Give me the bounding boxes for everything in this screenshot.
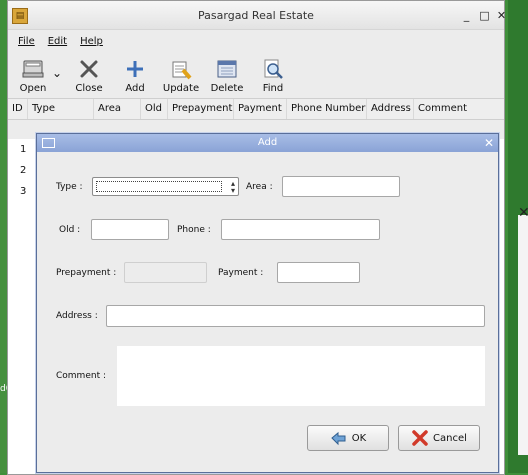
cancel-button[interactable]: Cancel [398, 425, 480, 451]
minimize-button[interactable]: _ [460, 9, 473, 22]
close-label: Close [75, 83, 103, 94]
column-header-type[interactable]: Type [28, 99, 94, 119]
column-header-id[interactable]: ID [8, 99, 28, 119]
area-label: Area : [246, 182, 273, 192]
chevron-down-icon: ⌄ [51, 66, 63, 80]
phone-input[interactable] [221, 219, 380, 240]
column-header-phone-number[interactable]: Phone Number [287, 99, 367, 119]
cancel-label: Cancel [433, 432, 467, 444]
column-header-payment[interactable]: Payment [234, 99, 287, 119]
dialog-title-bar[interactable]: Add ✕ [37, 134, 498, 152]
column-header-comment[interactable]: Comment [414, 99, 474, 119]
column-header-prepayment[interactable]: Prepayment [168, 99, 234, 119]
update-icon [172, 61, 192, 80]
prepayment-input[interactable] [124, 262, 207, 283]
add-dialog: Add ✕ Type : ▴ ▾ Area : Old : Phone : Pre… [36, 133, 499, 473]
cancel-x-icon [412, 430, 428, 446]
type-label: Type : [56, 182, 83, 192]
background-close-icon[interactable]: ✕ [518, 205, 528, 221]
table-header: ID Type Area Old Prepayment Payment Phon… [8, 99, 504, 120]
open-icon [22, 60, 44, 78]
close-window-button[interactable]: ✕ [495, 9, 508, 22]
close-icon [80, 60, 98, 78]
old-input[interactable] [91, 219, 169, 240]
comment-label: Comment : [56, 371, 106, 381]
type-combobox[interactable]: ▴ ▾ [92, 177, 239, 196]
dialog-title: Add [257, 137, 278, 148]
dialog-close-icon[interactable]: ✕ [484, 136, 494, 150]
title-bar[interactable]: ▤ Pasargad Real Estate _ □ ✕ [8, 1, 506, 30]
payment-label: Payment : [218, 268, 264, 278]
maximize-button[interactable]: □ [478, 9, 491, 22]
column-header-area[interactable]: Area [94, 99, 141, 119]
comment-textarea[interactable] [117, 346, 485, 406]
plus-icon [127, 61, 143, 77]
open-button[interactable]: Open [18, 52, 48, 94]
ok-button[interactable]: OK [307, 425, 389, 451]
address-input[interactable] [106, 305, 485, 327]
delete-button[interactable]: Delete [204, 52, 250, 94]
add-label: Add [125, 83, 145, 94]
spinner-arrows-icon: ▴ ▾ [230, 179, 235, 195]
window-title: Pasargad Real Estate [198, 9, 314, 22]
update-button[interactable]: Update [158, 52, 204, 94]
close-button[interactable]: Close [66, 52, 112, 94]
back-arrow-icon [331, 431, 346, 446]
menu-edit[interactable]: Edit [48, 36, 67, 47]
menu-file[interactable]: File [18, 36, 35, 47]
column-header-address[interactable]: Address [367, 99, 414, 119]
menu-file-label: File [18, 35, 35, 47]
open-dropdown-button[interactable]: ⌄ [48, 52, 66, 80]
type-focus-ring [96, 181, 222, 192]
add-button[interactable]: Add [112, 52, 158, 94]
open-label: Open [19, 83, 47, 94]
prepayment-label: Prepayment : [56, 268, 117, 278]
menu-help-label: Help [80, 35, 103, 47]
update-label: Update [162, 83, 200, 94]
background-window [518, 215, 528, 455]
column-header-old[interactable]: Old [141, 99, 168, 119]
payment-input[interactable] [277, 262, 360, 283]
ok-label: OK [351, 432, 367, 444]
address-label: Address : [56, 311, 98, 321]
find-button[interactable]: Find [250, 52, 296, 94]
phone-label: Phone : [177, 225, 211, 235]
menu-bar: File Edit Help [8, 30, 504, 52]
find-label: Find [262, 83, 284, 94]
old-label: Old : [59, 225, 81, 235]
toolbar: Open ⌄ Close Add Update Delete Find [8, 52, 504, 99]
delete-icon [217, 60, 237, 78]
menu-help[interactable]: Help [80, 36, 103, 47]
menu-edit-label: Edit [47, 35, 68, 47]
delete-label: Delete [210, 83, 244, 94]
area-input[interactable] [282, 176, 400, 197]
magnifier-icon [264, 59, 283, 79]
